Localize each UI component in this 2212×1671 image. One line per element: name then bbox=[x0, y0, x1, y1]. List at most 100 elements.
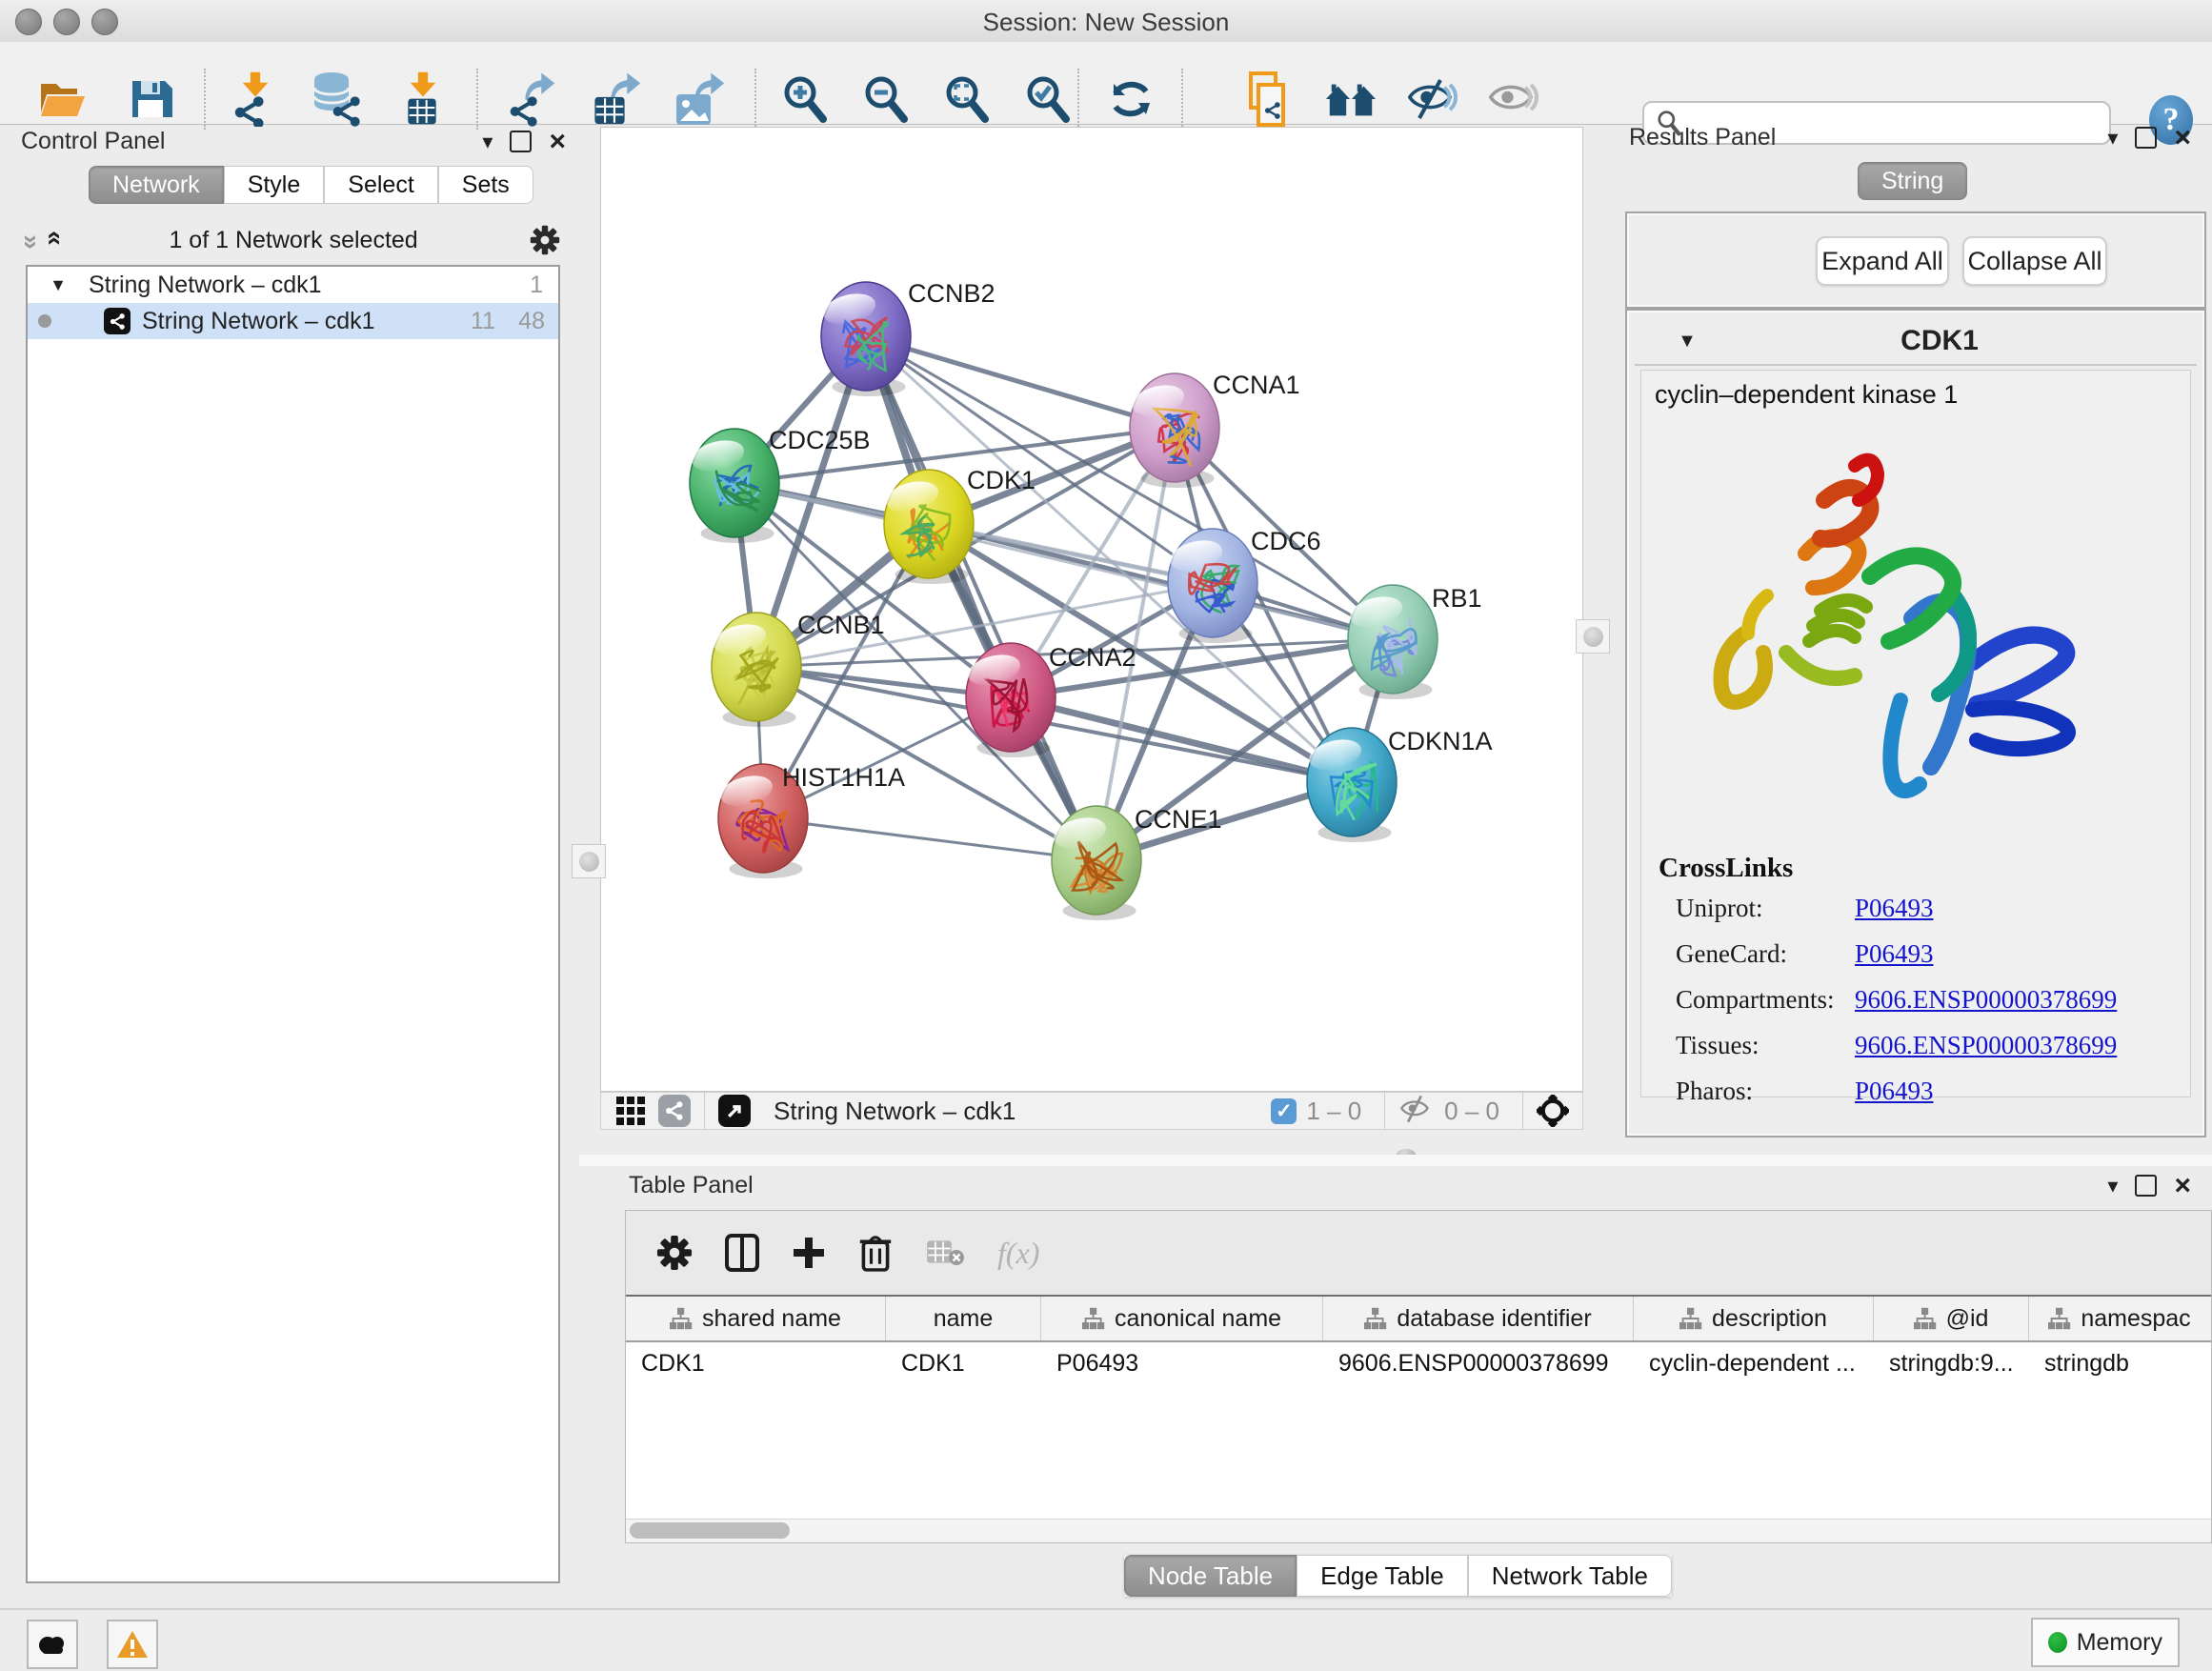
zoom-in-icon[interactable] bbox=[778, 72, 832, 126]
column-header[interactable]: database identifier bbox=[1323, 1297, 1634, 1340]
horizontal-scrollbar[interactable] bbox=[626, 1519, 2211, 1542]
tab-style[interactable]: Style bbox=[224, 166, 325, 204]
tab-node-table[interactable]: Node Table bbox=[1124, 1555, 1297, 1597]
table-panel: Table Panel ▾ × f(x) shared name name bbox=[579, 1155, 2212, 1608]
toolbar-separator bbox=[1522, 1093, 1523, 1129]
network-node-CCNB1[interactable]: CCNB1 bbox=[711, 611, 885, 727]
panel-collapse-icon[interactable]: ▾ bbox=[2107, 1176, 2118, 1197]
column-header[interactable]: @id bbox=[1874, 1297, 2029, 1340]
tab-network[interactable]: Network bbox=[89, 166, 224, 204]
export-network-icon[interactable] bbox=[507, 72, 560, 126]
column-header[interactable]: namespac bbox=[2029, 1297, 2210, 1340]
column-header[interactable]: name bbox=[886, 1297, 1041, 1340]
network-collection-row[interactable]: ▼ String Network – cdk1 1 bbox=[28, 267, 558, 303]
refresh-icon[interactable] bbox=[1104, 72, 1157, 126]
network-node-CDKN1A[interactable]: CDKN1A bbox=[1306, 727, 1493, 842]
memory-button[interactable]: Memory bbox=[2031, 1618, 2180, 1667]
compartments-link[interactable]: 9606.ENSP00000378699 bbox=[1855, 985, 2117, 1015]
delete-table-icon[interactable] bbox=[925, 1238, 965, 1267]
add-row-icon[interactable] bbox=[792, 1236, 826, 1270]
toolbar-separator bbox=[1181, 69, 1183, 130]
uniprot-link[interactable]: P06493 bbox=[1855, 894, 1934, 923]
result-entry-body: cyclin–dependent kinase 1 bbox=[1640, 370, 2191, 1097]
expand-all-networks-icon[interactable]: » bbox=[36, 234, 67, 246]
zoom-out-icon[interactable] bbox=[859, 72, 913, 126]
table-row[interactable]: CDK1 CDK1 P06493 9606.ENSP00000378699 cy… bbox=[626, 1342, 2211, 1384]
status-bar: Memory bbox=[0, 1608, 2212, 1671]
network-canvas[interactable]: CCNB2CCNA1CDC25BCDK1CDC6RB1CCNB1CCNA2CDK… bbox=[600, 127, 1583, 1092]
import-table-icon[interactable] bbox=[396, 72, 450, 126]
show-all-icon[interactable] bbox=[1488, 72, 1541, 126]
selected-checkbox-icon[interactable]: ✓ bbox=[1271, 1098, 1297, 1124]
hide-selected-icon[interactable] bbox=[1407, 72, 1460, 126]
expand-all-button[interactable]: Expand All bbox=[1816, 236, 1949, 286]
result-entry-header[interactable]: ▼ CDK1 bbox=[1635, 318, 2197, 366]
network-row-selected[interactable]: String Network – cdk1 11 48 bbox=[28, 303, 558, 339]
tree-expander-icon[interactable]: ▼ bbox=[28, 275, 89, 295]
genecard-link[interactable]: P06493 bbox=[1855, 939, 1934, 969]
warnings-button[interactable] bbox=[107, 1620, 158, 1669]
tab-network-table[interactable]: Network Table bbox=[1468, 1555, 1672, 1597]
node-label-CCNA1: CCNA1 bbox=[1213, 371, 1300, 399]
network-node-CCNB2[interactable]: CCNB2 bbox=[820, 279, 995, 396]
network-node-CCNA1[interactable]: CCNA1 bbox=[1129, 371, 1300, 488]
node-count: 11 bbox=[448, 308, 495, 335]
column-header[interactable]: shared name bbox=[626, 1297, 886, 1340]
zoom-fit-icon[interactable] bbox=[940, 72, 994, 126]
column-header[interactable]: description bbox=[1634, 1297, 1874, 1340]
tab-edge-table[interactable]: Edge Table bbox=[1297, 1555, 1468, 1597]
panel-close-icon[interactable]: × bbox=[2174, 127, 2191, 150]
panel-float-icon[interactable] bbox=[2135, 1175, 2157, 1197]
tab-string[interactable]: String bbox=[1858, 162, 1967, 200]
tissues-link[interactable]: 9606.ENSP00000378699 bbox=[1855, 1031, 2117, 1060]
fit-content-crosshair-icon[interactable] bbox=[1537, 1095, 1569, 1127]
function-builder-icon[interactable]: f(x) bbox=[997, 1236, 1039, 1271]
export-image-icon[interactable] bbox=[674, 72, 728, 126]
network-selection-status: 1 of 1 Network selected bbox=[57, 227, 530, 254]
import-network-database-icon[interactable] bbox=[309, 72, 362, 126]
panel-close-icon[interactable]: × bbox=[2174, 1175, 2191, 1198]
scrollbar-thumb[interactable] bbox=[630, 1522, 790, 1539]
tab-sets[interactable]: Sets bbox=[438, 166, 533, 204]
panel-float-icon[interactable] bbox=[510, 131, 532, 152]
panel-collapse-icon[interactable]: ▾ bbox=[2107, 128, 2118, 149]
network-options-gear-icon[interactable] bbox=[530, 225, 560, 255]
save-session-icon[interactable] bbox=[124, 72, 177, 126]
panel-close-icon[interactable]: × bbox=[549, 131, 566, 153]
right-splitter-handle[interactable] bbox=[1576, 619, 1610, 654]
network-status-dot bbox=[38, 314, 51, 328]
detach-view-icon[interactable] bbox=[718, 1095, 751, 1127]
collapse-all-button[interactable]: Collapse All bbox=[1962, 236, 2107, 286]
crosslinks-section: CrossLinks Uniprot: P06493 GeneCard: P06… bbox=[1659, 853, 2117, 1122]
export-table-icon[interactable] bbox=[591, 72, 644, 126]
entry-expander-icon[interactable]: ▼ bbox=[1635, 331, 1739, 352]
pharos-link[interactable]: P06493 bbox=[1855, 1077, 1934, 1106]
delete-icon[interactable] bbox=[858, 1234, 893, 1272]
open-session-icon[interactable] bbox=[36, 72, 90, 126]
network-node-CDC25B[interactable]: CDC25B bbox=[689, 426, 871, 543]
add-column-icon[interactable] bbox=[725, 1234, 759, 1272]
node-label-RB1: RB1 bbox=[1432, 584, 1482, 613]
cloud-status-button[interactable] bbox=[27, 1620, 78, 1669]
clone-network-icon[interactable] bbox=[1240, 72, 1294, 126]
network-node-HIST1H1A[interactable]: HIST1H1A bbox=[717, 763, 905, 878]
string-network-graph[interactable]: CCNB2CCNA1CDC25BCDK1CDC6RB1CCNB1CCNA2CDK… bbox=[601, 128, 1582, 1091]
home-icon[interactable] bbox=[1324, 72, 1377, 126]
column-header[interactable]: canonical name bbox=[1041, 1297, 1323, 1340]
network-node-CCNE1[interactable]: CCNE1 bbox=[1051, 805, 1222, 920]
network-node-RB1[interactable]: RB1 bbox=[1347, 584, 1482, 699]
table-header-row: shared name name canonical name database… bbox=[626, 1297, 2211, 1342]
panel-collapse-icon[interactable]: ▾ bbox=[482, 131, 493, 152]
birds-eye-view-icon[interactable] bbox=[616, 1097, 645, 1125]
import-network-icon[interactable] bbox=[229, 72, 282, 126]
left-splitter-handle[interactable] bbox=[572, 844, 606, 878]
panel-float-icon[interactable] bbox=[2135, 127, 2157, 149]
hidden-eye-icon bbox=[1398, 1095, 1435, 1128]
tab-select[interactable]: Select bbox=[324, 166, 437, 204]
network-node-CCNA2[interactable]: CCNA2 bbox=[965, 643, 1136, 757]
network-share-view-icon[interactable] bbox=[658, 1095, 691, 1127]
crosslink-row: Compartments: 9606.ENSP00000378699 bbox=[1659, 985, 2117, 1015]
zoom-selected-icon[interactable] bbox=[1021, 72, 1075, 126]
table-options-gear-icon[interactable] bbox=[656, 1235, 693, 1271]
edge-count: 48 bbox=[495, 308, 558, 335]
